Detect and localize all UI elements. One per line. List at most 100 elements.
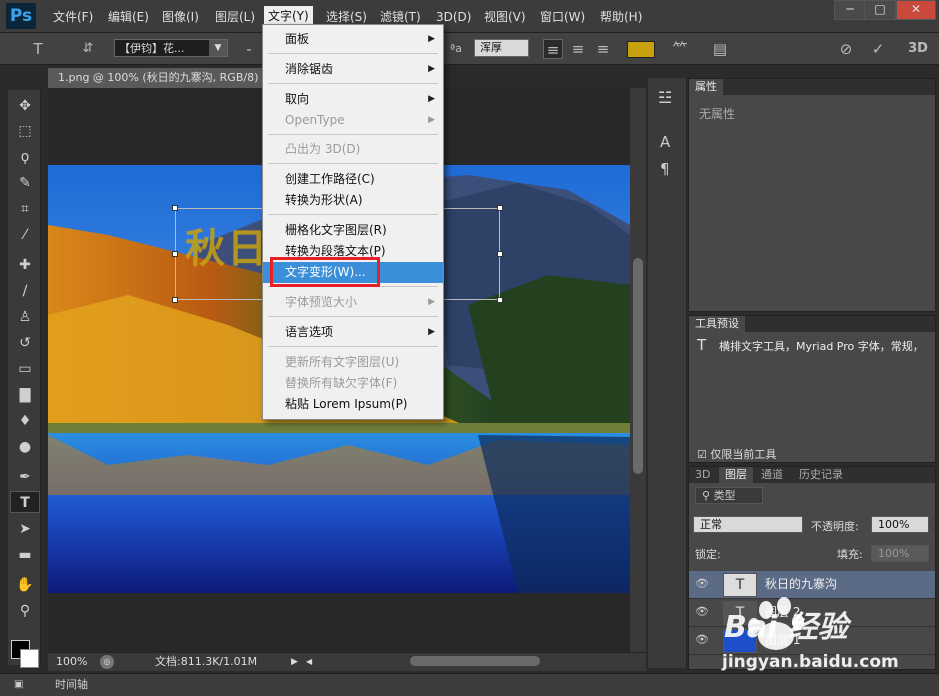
blend-mode-select[interactable]: 正常 [693, 516, 803, 533]
menu-item-paste-lorem-ipsum[interactable]: 粘贴 Lorem Ipsum(P) [263, 394, 443, 415]
lock-label: 锁定: [695, 548, 721, 561]
move-tool-icon[interactable]: ✥ [10, 95, 40, 117]
vertical-scroll-thumb[interactable] [633, 258, 643, 474]
warp-text-icon[interactable]: ⺮ [670, 39, 690, 59]
character-panel-icon[interactable]: ▤ [708, 39, 732, 59]
menu-layer[interactable]: 图层(L) [211, 8, 259, 26]
eyedropper-tool-icon[interactable]: ⁄ [10, 224, 40, 246]
minimize-button[interactable]: ─ [834, 0, 866, 20]
path-select-tool-icon[interactable]: ➤ [10, 518, 40, 540]
adjustments-icon[interactable]: ☳ [658, 88, 672, 107]
layer-filter-select[interactable]: ⚲ 类型 [695, 487, 763, 504]
menu-item-update-text-layers: 更新所有文字图层(U) [285, 355, 400, 369]
text-orientation-icon[interactable]: ⇵ [76, 39, 100, 59]
status-menu-icon[interactable]: ◎ [100, 655, 114, 669]
blur-tool-icon[interactable]: ♦ [10, 410, 40, 432]
text-color-swatch[interactable] [627, 41, 655, 58]
healing-brush-icon[interactable]: ✚ [10, 254, 40, 276]
menu-item-convert-to-shape[interactable]: 转换为形状(A) [263, 190, 443, 211]
timeline-bar: ▣ 时间轴 [0, 673, 939, 696]
menu-edit[interactable]: 编辑(E) [104, 8, 153, 26]
brush-tool-icon[interactable]: ∕ [10, 280, 40, 302]
align-center-icon[interactable]: ≡ [568, 39, 588, 59]
zoom-level[interactable]: 100% [56, 653, 87, 671]
filter-value: 类型 [713, 489, 736, 502]
tab-layers[interactable]: 图层 [719, 467, 753, 483]
menu-separator [268, 83, 438, 84]
menu-item-orientation[interactable]: 取向 ▶ [263, 89, 443, 110]
transform-handle[interactable] [497, 297, 503, 303]
commit-edit-icon[interactable]: ✓ [868, 39, 888, 59]
transform-handle[interactable] [172, 297, 178, 303]
opacity-field[interactable]: 100% [871, 516, 929, 533]
marquee-tool-icon[interactable]: ⬚ [10, 120, 40, 142]
visibility-icon[interactable]: 👁 [695, 605, 709, 618]
fill-field[interactable]: 100% [871, 545, 929, 562]
background-color[interactable] [20, 649, 39, 668]
visibility-icon[interactable]: 👁 [695, 577, 709, 590]
tab-channels[interactable]: 通道 [755, 467, 789, 483]
maximize-button[interactable]: □ [864, 0, 896, 20]
clone-stamp-icon[interactable]: ♙ [10, 306, 40, 328]
tab-tool-presets[interactable]: 工具预设 [689, 316, 745, 332]
hand-tool-icon[interactable]: ✋ [10, 574, 40, 596]
status-bar: 100% ◎ 文档:811.3K/1.01M ▶ ◀ [48, 652, 646, 671]
menu-view[interactable]: 视图(V) [480, 8, 530, 26]
tab-history[interactable]: 历史记录 [793, 467, 849, 483]
horizontal-type-tool-icon[interactable]: T [10, 491, 40, 513]
tab-properties[interactable]: 属性 [689, 79, 723, 95]
menu-type[interactable]: 文字(Y) [264, 6, 313, 26]
tool-preset-item[interactable]: 横排文字工具，Myriad Pro 字体，常规， [719, 338, 919, 354]
font-family-select[interactable]: 【伊钧】花... ▼ [114, 39, 228, 57]
current-tool-only-checkbox[interactable]: ☑ 仅限当前工具 [697, 446, 776, 462]
character-icon[interactable]: A [660, 133, 670, 151]
horizontal-scroll-thumb[interactable] [410, 656, 540, 666]
menu-item-font-preview-size: 字体预览大小 ▶ [263, 292, 443, 313]
paragraph-icon[interactable]: ¶ [660, 160, 670, 178]
quick-select-tool-icon[interactable]: ✎ [10, 172, 40, 194]
fill-value: 100% [878, 547, 910, 560]
menu-file[interactable]: 文件(F) [49, 8, 97, 26]
status-arrow-icon[interactable]: ▶ [291, 653, 298, 671]
submenu-arrow-icon: ▶ [428, 327, 435, 337]
close-button[interactable]: ✕ [896, 0, 936, 20]
opacity-value: 100% [878, 518, 910, 531]
menu-item-rasterize[interactable]: 栅格化文字图层(R) [263, 220, 443, 241]
history-brush-icon[interactable]: ↺ [10, 332, 40, 354]
type-tool-icon: T [697, 336, 707, 354]
submenu-arrow-icon: ▶ [428, 115, 435, 125]
document-info: 文档:811.3K/1.01M [155, 655, 258, 668]
menu-image[interactable]: 图像(I) [158, 8, 203, 26]
3d-button[interactable]: 3D [904, 39, 932, 59]
menu-help[interactable]: 帮助(H) [596, 8, 646, 26]
timeline-label[interactable]: 时间轴 [55, 674, 88, 696]
align-right-icon[interactable]: ≡ [593, 39, 613, 59]
scroll-left-icon[interactable]: ◀ [306, 653, 312, 671]
transform-handle[interactable] [497, 205, 503, 211]
crop-tool-icon[interactable]: ⌗ [10, 198, 40, 220]
transform-handle[interactable] [497, 251, 503, 257]
dodge-tool-icon[interactable]: ● [10, 436, 40, 458]
pen-tool-icon[interactable]: ✒ [10, 466, 40, 488]
cancel-edit-icon[interactable]: ⊘ [836, 39, 856, 59]
lasso-tool-icon[interactable]: ϙ [10, 146, 40, 168]
tab-3d[interactable]: 3D [689, 467, 716, 483]
rectangle-tool-icon[interactable]: ▬ [10, 544, 40, 566]
eraser-tool-icon[interactable]: ▭ [10, 358, 40, 380]
visibility-icon[interactable]: 👁 [695, 633, 709, 646]
menu-item-panels[interactable]: 面板 ▶ [263, 29, 443, 50]
menu-item-create-work-path[interactable]: 创建工作路径(C) [263, 169, 443, 190]
align-left-icon[interactable]: ≡ [543, 39, 563, 59]
menu-item-language-options[interactable]: 语言选项 ▶ [263, 322, 443, 343]
transform-handle[interactable] [172, 205, 178, 211]
zoom-tool-icon[interactable]: ⚲ [10, 600, 40, 622]
menu-item-antialias[interactable]: 消除锯齿 ▶ [263, 59, 443, 80]
menu-window[interactable]: 窗口(W) [536, 8, 589, 26]
menu-separator [268, 53, 438, 54]
type-tool-icon[interactable]: T [28, 39, 48, 59]
gradient-tool-icon[interactable]: ▇ [10, 384, 40, 406]
font-style-placeholder: - [246, 40, 252, 58]
transform-handle[interactable] [172, 251, 178, 257]
antialias-select[interactable]: 浑厚 [474, 39, 529, 57]
document-tab[interactable]: 1.png @ 100% (秋日的九寨沟, RGB/8) [48, 68, 270, 88]
